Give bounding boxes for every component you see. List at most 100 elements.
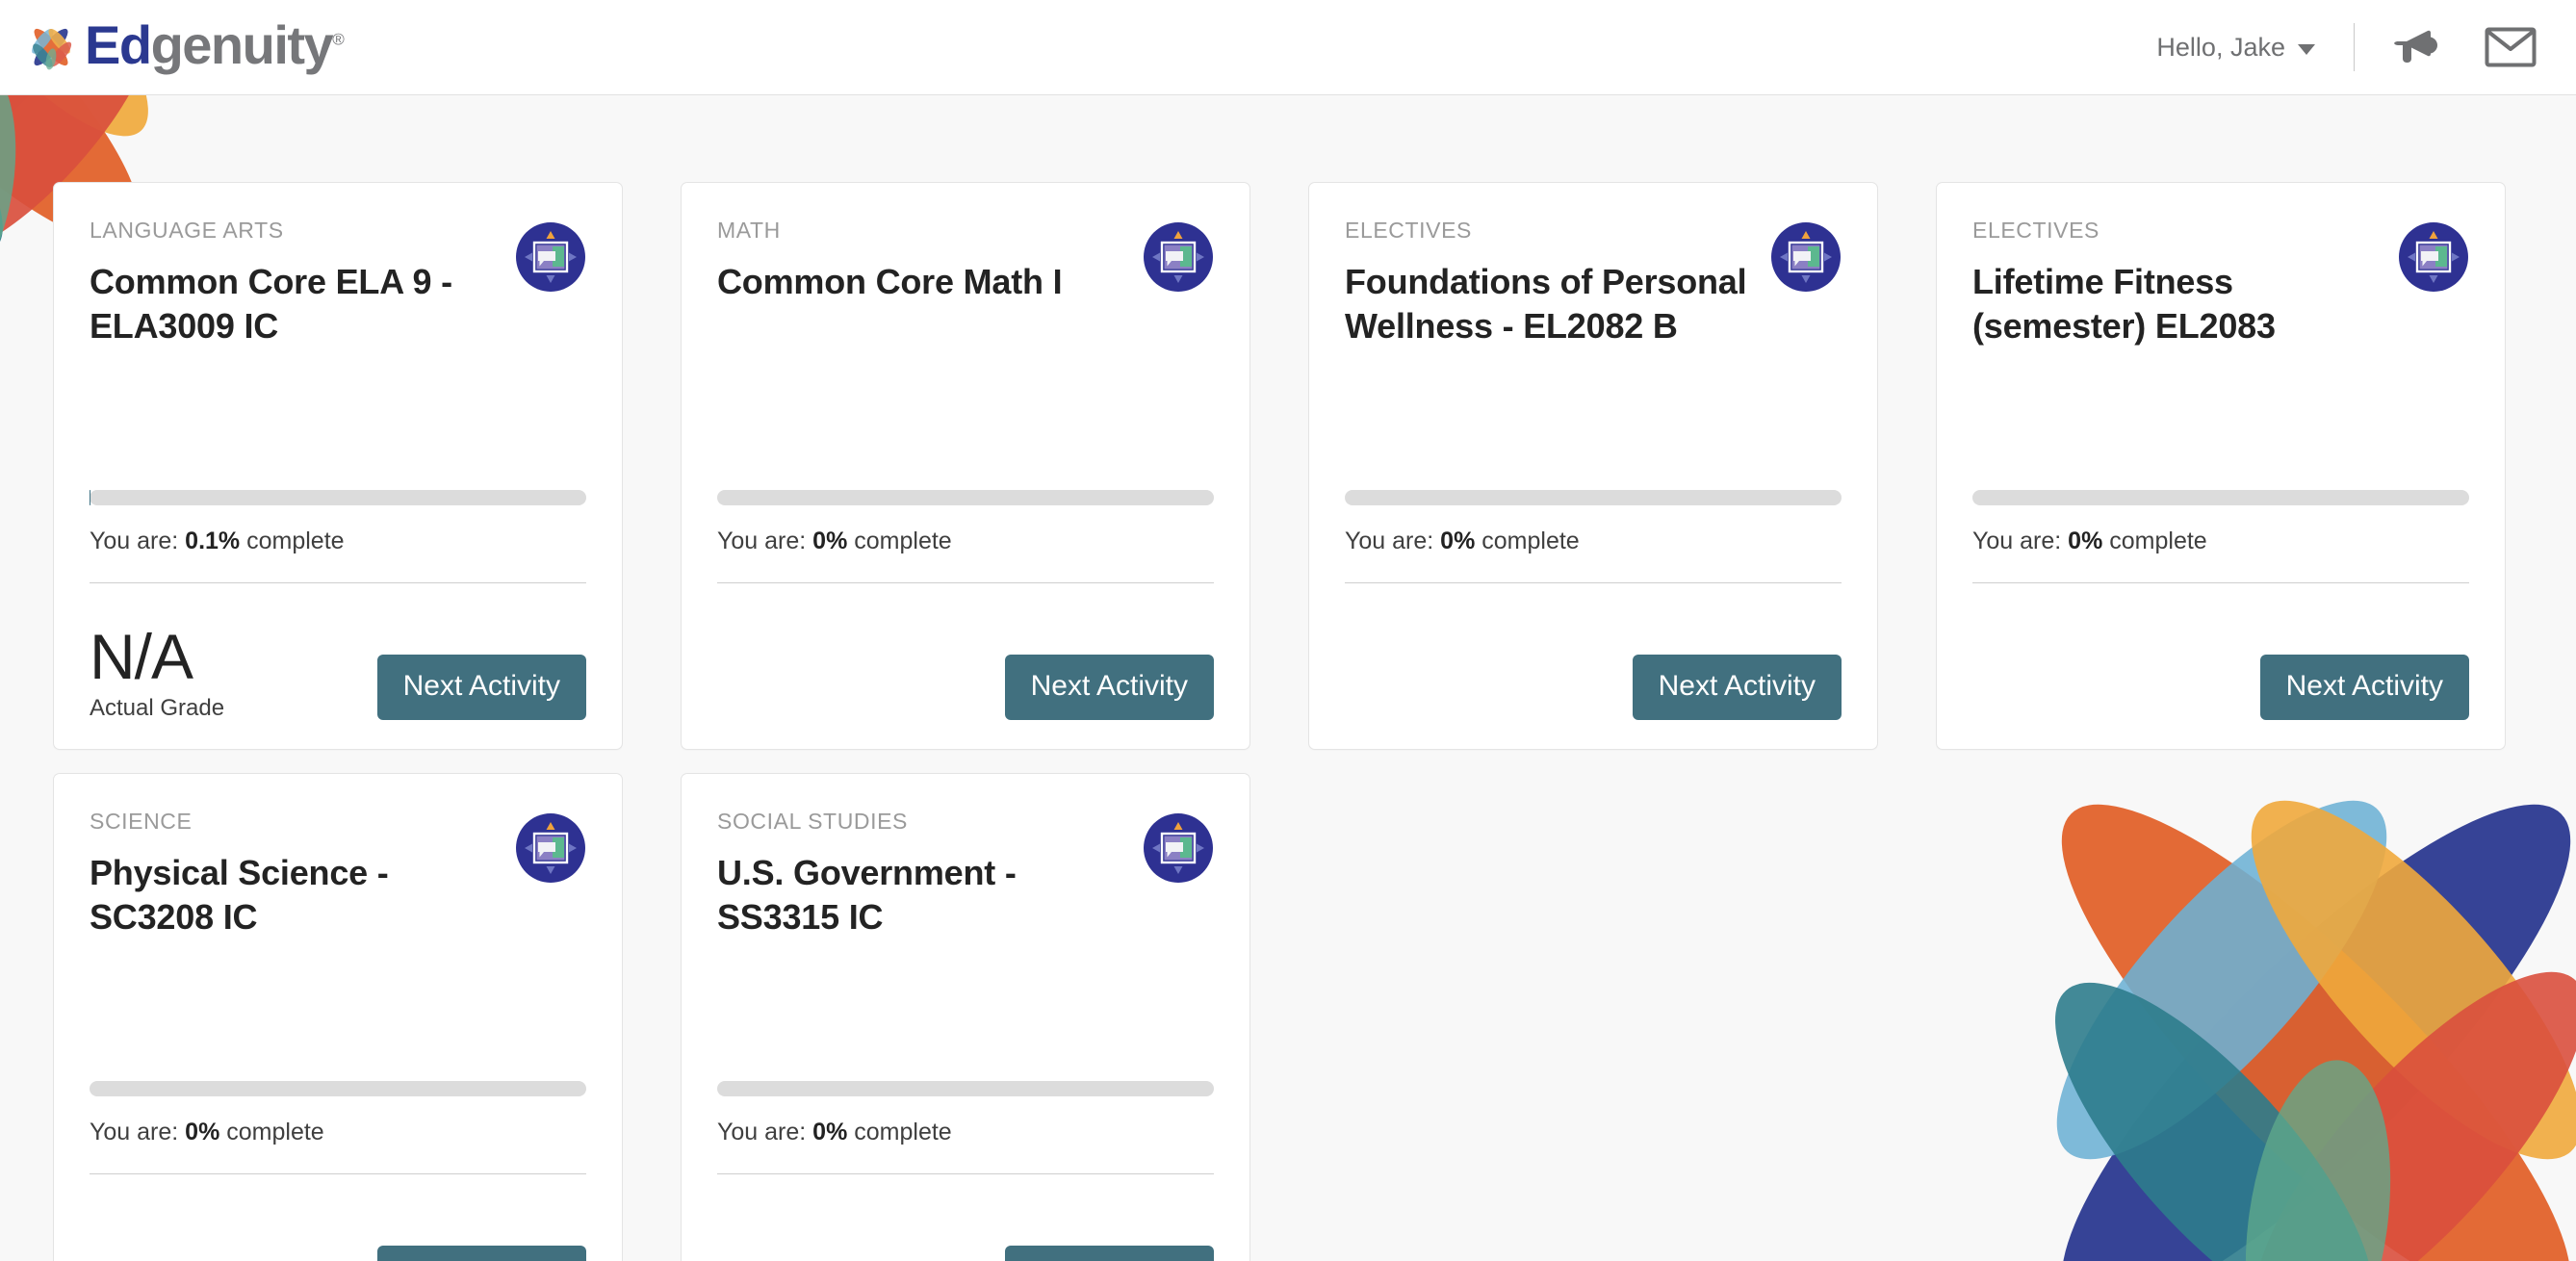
progress-suffix: complete [1481,528,1580,554]
course-screen-icon [1143,812,1214,884]
course-grade-block: N/A Actual Grade [90,620,225,721]
chevron-down-icon [2298,43,2315,55]
progress-percent: 0.1% [185,528,241,554]
course-progress-bar [90,1081,586,1096]
course-progress-label: You are: 0% complete [717,529,1214,553]
course-progress-bar [717,490,1214,505]
course-card-spacer [90,939,586,1081]
course-card-2[interactable]: MATH Common Core Math I You are: 0% comp… [681,182,1250,750]
course-card-header: LANGUAGE ARTS Common Core ELA 9 - ELA300… [90,219,586,348]
brand-word-ed: Ed [85,14,152,75]
progress-suffix: complete [226,1119,324,1145]
course-progress-label: You are: 0.1% complete [90,529,586,553]
course-card-1[interactable]: LANGUAGE ARTS Common Core ELA 9 - ELA300… [53,182,623,750]
progress-percent: 0% [2068,528,2103,554]
course-category: ELECTIVES [1972,218,2099,243]
course-card-header: SOCIAL STUDIES U.S. Government - SS3315 … [717,811,1214,939]
course-screen-icon [515,812,586,884]
course-screen-icon [1770,221,1842,293]
course-card-4[interactable]: ELECTIVES Lifetime Fitness (semester) EL… [1936,182,2506,750]
app-header: Edgenuity® Hello, Jake [0,0,2576,95]
progress-prefix: You are: [1972,528,2062,554]
envelope-icon [2485,27,2537,67]
course-card-footer: Next Activity [717,1203,1214,1261]
course-card-divider [1972,582,2469,583]
user-menu[interactable]: Hello, Jake [2145,27,2327,68]
progress-percent: 0% [812,1119,848,1145]
course-card-divider [717,1173,1214,1174]
brand-wordmark: Edgenuity® [85,18,345,72]
course-card-header: MATH Common Core Math I [717,219,1214,304]
course-card-spacer [717,939,1214,1081]
course-card-footer: Next Activity [90,1203,586,1261]
course-card-footer: Next Activity [1345,612,1842,720]
next-activity-button[interactable]: Next Activity [1004,1246,1214,1261]
course-card-divider [1345,582,1842,583]
next-activity-button[interactable]: Next Activity [376,1246,586,1261]
course-title: Physical Science - SC3208 IC [90,853,389,938]
course-title: Lifetime Fitness (semester) EL2083 [1972,262,2276,347]
course-card-grid: LANGUAGE ARTS Common Core ELA 9 - ELA300… [0,95,2576,1261]
course-card-header: ELECTIVES Foundations of Personal Wellne… [1345,219,1842,348]
registered-trademark: ® [332,30,345,49]
next-activity-button[interactable]: Next Activity [2259,655,2469,720]
dashboard-page: LANGUAGE ARTS Common Core ELA 9 - ELA300… [0,95,2576,1261]
course-screen-icon [515,221,586,293]
header-divider [2354,23,2355,71]
progress-percent: 0% [185,1119,220,1145]
course-grade-value: N/A [90,620,193,692]
course-card-spacer [1972,348,2469,490]
next-activity-button[interactable]: Next Activity [1004,655,1214,720]
progress-prefix: You are: [1345,528,1434,554]
course-card-6[interactable]: SOCIAL STUDIES U.S. Government - SS3315 … [681,773,1250,1261]
course-progress-label: You are: 0% complete [90,1120,586,1145]
course-card-divider [90,582,586,583]
progress-prefix: You are: [717,1119,807,1145]
announcements-button[interactable] [2386,16,2448,78]
progress-suffix: complete [2109,528,2207,554]
course-card-spacer [90,348,586,490]
course-title: Common Core ELA 9 - ELA3009 IC [90,262,452,347]
course-progress-bar [1345,490,1842,505]
course-card-5[interactable]: SCIENCE Physical Science - SC3208 IC You… [53,773,623,1261]
course-card-footer: N/A Actual Grade Next Activity [90,612,586,720]
brand-word-genuity: genuity [150,14,334,75]
course-category: MATH [717,218,781,243]
course-card-footer: Next Activity [717,612,1214,720]
course-progress-bar [717,1081,1214,1096]
course-card-spacer [717,304,1214,490]
next-activity-button[interactable]: Next Activity [1632,655,1842,720]
course-title: U.S. Government - SS3315 IC [717,853,1017,938]
progress-suffix: complete [854,1119,952,1145]
course-progress-label: You are: 0% complete [717,1120,1214,1145]
next-activity-button[interactable]: Next Activity [376,655,586,720]
course-card-spacer [1345,348,1842,490]
course-card-footer: Next Activity [1972,612,2469,720]
progress-prefix: You are: [90,528,179,554]
messages-button[interactable] [2480,16,2541,78]
course-grade-caption: Actual Grade [90,695,225,721]
course-title: Foundations of Personal Wellness - EL208… [1345,262,1747,347]
course-card-header: ELECTIVES Lifetime Fitness (semester) EL… [1972,219,2469,348]
course-category: SCIENCE [90,809,193,834]
course-card-header: SCIENCE Physical Science - SC3208 IC [90,811,586,939]
course-category: ELECTIVES [1345,218,1472,243]
course-category: LANGUAGE ARTS [90,218,284,243]
progress-percent: 0% [812,528,848,554]
course-progress-label: You are: 0% complete [1345,529,1842,553]
progress-percent: 0% [1440,528,1476,554]
progress-suffix: complete [854,528,952,554]
progress-prefix: You are: [717,528,807,554]
header-actions: Hello, Jake [2145,0,2541,94]
edgenuity-x-mark-icon [21,17,81,77]
course-title: Common Core Math I [717,262,1063,301]
course-card-3[interactable]: ELECTIVES Foundations of Personal Wellne… [1308,182,1878,750]
course-progress-label: You are: 0% complete [1972,529,2469,553]
course-card-divider [717,582,1214,583]
course-category: SOCIAL STUDIES [717,809,908,834]
greeting-label: Hello, Jake [2156,32,2285,62]
brand-logo[interactable]: Edgenuity® [21,0,345,94]
progress-suffix: complete [246,528,345,554]
course-screen-icon [2398,221,2469,293]
megaphone-icon [2392,25,2442,69]
